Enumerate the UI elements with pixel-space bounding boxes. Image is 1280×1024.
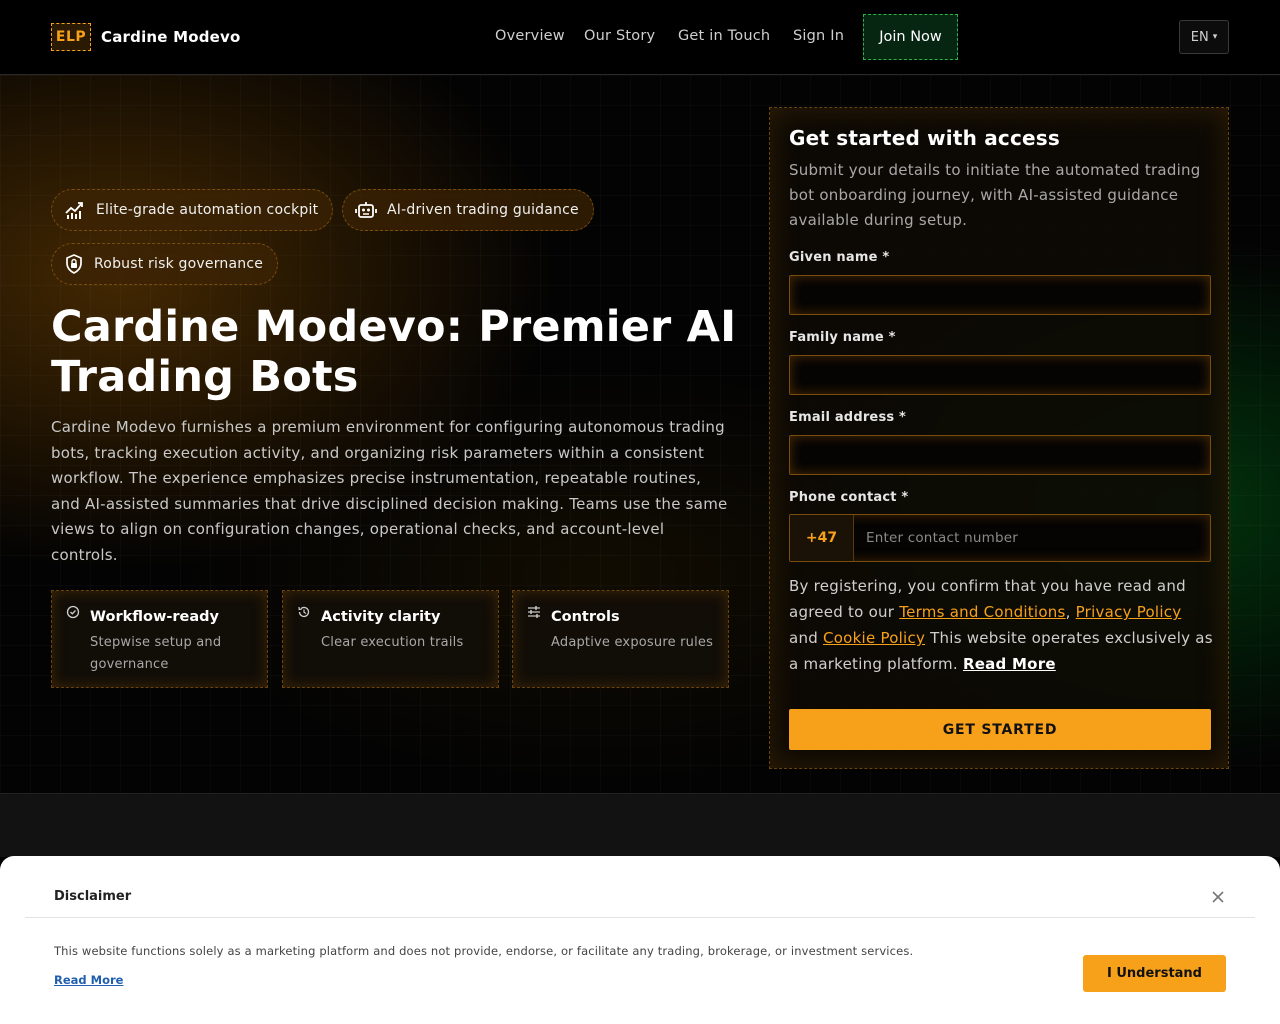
form-subtitle: Submit your details to initiate the auto…	[789, 161, 1201, 229]
feature-description: Adaptive exposure rules	[551, 635, 714, 650]
phone-field-group: +47 Enter contact number	[789, 514, 1211, 562]
caret-down-icon: ▾	[1212, 32, 1218, 42]
i-understand-button[interactable]: I Understand	[1083, 955, 1226, 992]
email-label: Email address *	[789, 410, 907, 425]
close-icon[interactable]	[1210, 889, 1226, 905]
robot-icon	[355, 202, 377, 218]
divider	[25, 917, 1255, 918]
phone-input[interactable]: Enter contact number	[854, 515, 1210, 561]
pill-label: Robust risk governance	[94, 256, 264, 272]
logo-badge[interactable]: ELP	[51, 23, 91, 51]
phone-label: Phone contact *	[789, 490, 909, 505]
legal-consent-text: By registering, you confirm that you hav…	[789, 573, 1214, 677]
given-name-field[interactable]	[789, 275, 1211, 315]
read-more-link[interactable]: Read More	[963, 655, 1056, 673]
feature-description: Stepwise setup and governance	[90, 635, 222, 672]
site-header: ELP Cardine Modevo Overview Our Story Ge…	[0, 0, 1280, 75]
nav-our-story[interactable]: Our Story	[584, 28, 655, 44]
pill-automation-cockpit: Elite-grade automation cockpit	[51, 189, 334, 231]
pill-risk-governance: Robust risk governance	[51, 243, 279, 285]
language-selector[interactable]: EN ▾	[1179, 20, 1229, 54]
legal-comma: ,	[1065, 603, 1071, 621]
pill-label: AI-driven trading guidance	[387, 202, 579, 218]
disclaimer-title: Disclaimer	[54, 889, 132, 904]
nav-overview[interactable]: Overview	[495, 28, 565, 44]
pill-ai-guidance: AI-driven trading guidance	[342, 189, 594, 231]
disclaimer-read-more-link[interactable]: Read More	[54, 973, 123, 987]
disclaimer-text: This website functions solely as a marke…	[54, 944, 914, 958]
feature-description: Clear execution trails	[321, 635, 464, 650]
nav-get-in-touch[interactable]: Get in Touch	[678, 28, 770, 44]
sliders-icon	[528, 606, 540, 618]
given-name-label: Given name *	[789, 250, 890, 265]
feature-title: Controls	[551, 609, 620, 625]
feature-card-controls: Controls Adaptive exposure rules	[512, 590, 729, 688]
language-label: EN	[1190, 29, 1209, 45]
terms-link[interactable]: Terms and Conditions	[899, 603, 1065, 621]
pill-label: Elite-grade automation cockpit	[96, 202, 319, 218]
disclaimer-banner: Disclaimer This website functions solely…	[0, 856, 1280, 1024]
nav-sign-in[interactable]: Sign In	[793, 28, 844, 44]
check-circle-icon	[66, 605, 80, 619]
feature-card-workflow: Workflow-ready Stepwise setup and govern…	[51, 590, 268, 688]
hero-description: Cardine Modevo furnishes a premium envir…	[51, 418, 728, 564]
cookie-link[interactable]: Cookie Policy	[823, 629, 925, 647]
section-divider	[0, 793, 1280, 857]
get-started-button[interactable]: GET STARTED	[789, 709, 1211, 750]
privacy-link[interactable]: Privacy Policy	[1076, 603, 1182, 621]
brand-name[interactable]: Cardine Modevo	[101, 28, 241, 46]
join-now-button[interactable]: Join Now	[863, 14, 958, 60]
family-name-field[interactable]	[789, 355, 1211, 395]
feature-title: Activity clarity	[321, 609, 441, 625]
feature-title: Workflow-ready	[90, 609, 219, 625]
family-name-label: Family name *	[789, 330, 896, 345]
signup-form-card: Get started with access Submit your deta…	[769, 107, 1229, 769]
chart-icon	[65, 202, 83, 219]
feature-card-activity: Activity clarity Clear execution trails	[282, 590, 499, 688]
email-field[interactable]	[789, 435, 1211, 475]
shield-lock-icon	[66, 254, 82, 274]
form-title: Get started with access	[789, 126, 1061, 150]
hero-title: Cardine Modevo: Premier AI Trading Bots	[51, 302, 737, 402]
history-icon	[298, 606, 310, 618]
country-code-selector[interactable]: +47	[790, 515, 854, 561]
legal-and: and	[789, 629, 818, 647]
